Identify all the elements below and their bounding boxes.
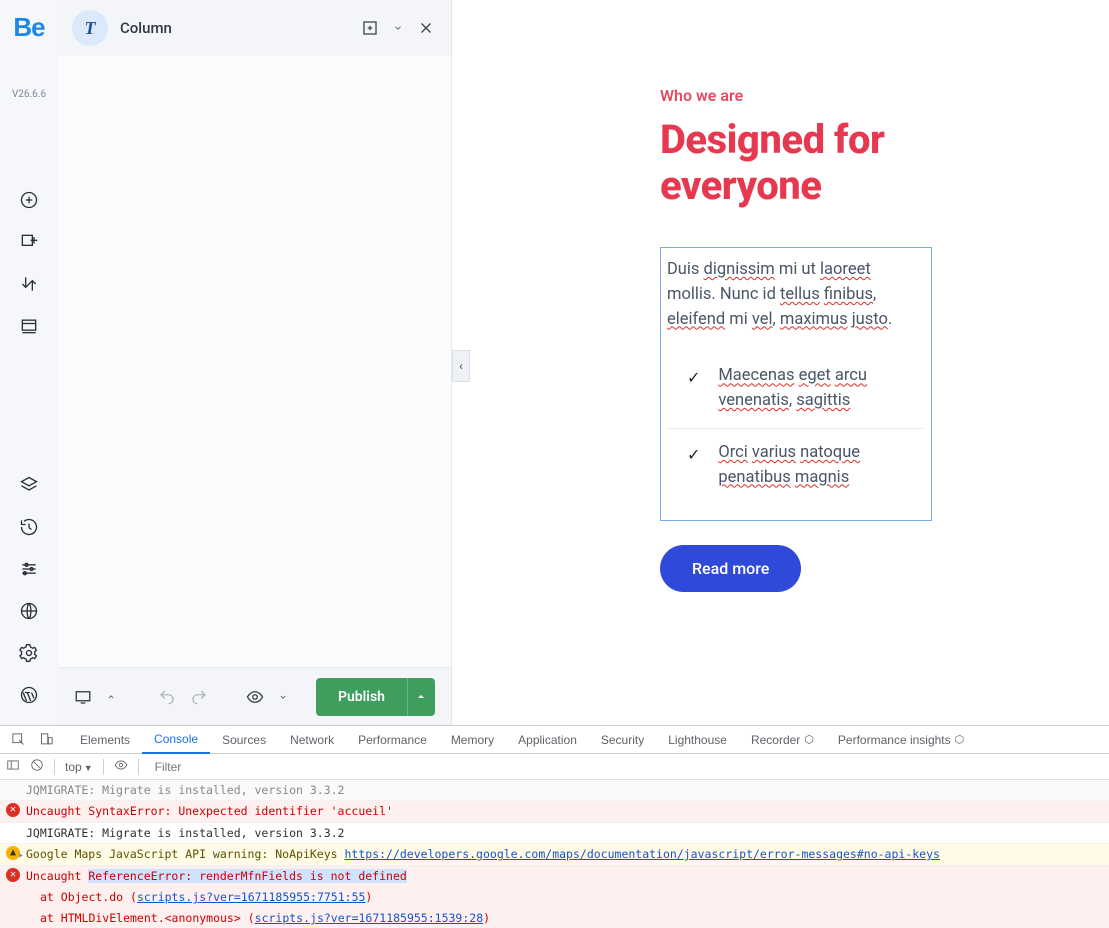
publish-button[interactable]: Publish [316, 678, 407, 716]
editor-body [58, 56, 451, 667]
list-item[interactable]: ✓Orci varius natoque penatibus magnis [667, 428, 923, 505]
device-toggle-icon[interactable] [32, 732, 60, 747]
devtools: ElementsConsoleSourcesNetworkPerformance… [0, 725, 1109, 928]
version-label: V26.6.6 [12, 89, 46, 100]
preview-icon[interactable] [246, 688, 264, 706]
console-log[interactable]: JQMIGRATE: Migrate is installed, version… [0, 780, 1109, 928]
log-line[interactable]: JQMIGRATE: Migrate is installed, version… [0, 780, 1109, 801]
feature-list[interactable]: ✓Maecenas eget arcu venenatis, sagittis✓… [667, 352, 923, 504]
clear-console-icon[interactable] [30, 758, 44, 775]
devtools-tab[interactable]: Network [278, 726, 346, 754]
read-more-button[interactable]: Read more [660, 545, 801, 592]
element-title: Column [120, 19, 172, 37]
page-content: Who we are Designed for everyone Duis di… [452, 0, 932, 592]
headline-text: Designed for everyone [660, 117, 932, 209]
settings-icon[interactable] [19, 643, 39, 663]
editor-footer: Publish [58, 667, 451, 725]
canvas: ‹ Who we are Designed for everyone Duis … [452, 0, 1109, 725]
device-preview-icon[interactable] [74, 688, 92, 706]
undo-icon[interactable] [158, 688, 176, 706]
editor-panel: T Column Publish [58, 0, 452, 725]
sliders-icon[interactable] [19, 559, 39, 579]
context-selector[interactable]: top▼ [65, 760, 93, 774]
wordpress-icon[interactable] [19, 685, 39, 705]
log-line[interactable]: ✕Uncaught SyntaxError: Unexpected identi… [0, 801, 1109, 822]
add-icon[interactable] [19, 190, 39, 210]
devtools-tab[interactable]: Recorder⬡ [739, 726, 826, 754]
selected-text-block[interactable]: Duis dignissim mi ut laoreet mollis. Nun… [660, 247, 932, 521]
inspect-icon[interactable] [4, 732, 32, 747]
publish-dropdown-icon[interactable] [407, 678, 435, 716]
devtools-tab[interactable]: Console [142, 726, 210, 754]
devtools-tab[interactable]: Lighthouse [656, 726, 739, 754]
devtools-tab[interactable]: Memory [439, 726, 506, 754]
editor-header: T Column [58, 0, 451, 56]
eyebrow-text: Who we are [660, 86, 932, 105]
filter-input[interactable] [149, 758, 269, 776]
devtools-tab[interactable]: Performance insights⬡ [826, 726, 976, 754]
list-item[interactable]: ✓Maecenas eget arcu venenatis, sagittis [667, 352, 923, 428]
responsive-dropdown-icon[interactable] [393, 17, 403, 39]
collapse-panel-icon[interactable]: ‹ [452, 350, 470, 382]
history-icon[interactable] [19, 517, 39, 537]
preview-caret-icon[interactable] [278, 688, 288, 706]
responsive-toggle-icon[interactable] [359, 17, 381, 39]
device-caret-icon[interactable] [106, 688, 116, 706]
element-type-chip: T [72, 10, 108, 46]
check-icon: ✓ [687, 366, 700, 414]
globe-icon[interactable] [19, 601, 39, 621]
stack-line: at Object.do (scripts.js?ver=1671185955:… [0, 887, 1109, 908]
console-toolbar: top▼ [0, 754, 1109, 780]
app-logo: Be [13, 12, 44, 43]
devtools-tab[interactable]: Security [589, 726, 656, 754]
live-expression-icon[interactable] [114, 758, 128, 775]
log-line[interactable]: ▲▸Google Maps JavaScript API warning: No… [0, 844, 1109, 865]
check-icon: ✓ [687, 443, 700, 491]
console-sidebar-icon[interactable] [6, 758, 20, 775]
devtools-tab[interactable]: Elements [68, 726, 142, 754]
log-line[interactable]: ✕Uncaught ReferenceError: renderMfnField… [0, 866, 1109, 887]
layers-icon[interactable] [19, 475, 39, 495]
stack-line: at HTMLDivElement.<anonymous> (scripts.j… [0, 908, 1109, 928]
paragraph-text[interactable]: Duis dignissim mi ut laoreet mollis. Nun… [667, 258, 923, 332]
template-icon[interactable] [19, 316, 39, 336]
devtools-tab[interactable]: Performance [346, 726, 439, 754]
devtools-tab[interactable]: Application [506, 726, 589, 754]
devtools-tab[interactable]: Sources [210, 726, 278, 754]
section-add-icon[interactable] [19, 232, 39, 252]
devtools-tabs: ElementsConsoleSourcesNetworkPerformance… [0, 726, 1109, 754]
left-rail: Be V26.6.6 [0, 0, 58, 725]
log-line[interactable]: JQMIGRATE: Migrate is installed, version… [0, 823, 1109, 844]
redo-icon[interactable] [190, 688, 208, 706]
import-export-icon[interactable] [19, 274, 39, 294]
close-icon[interactable] [415, 17, 437, 39]
